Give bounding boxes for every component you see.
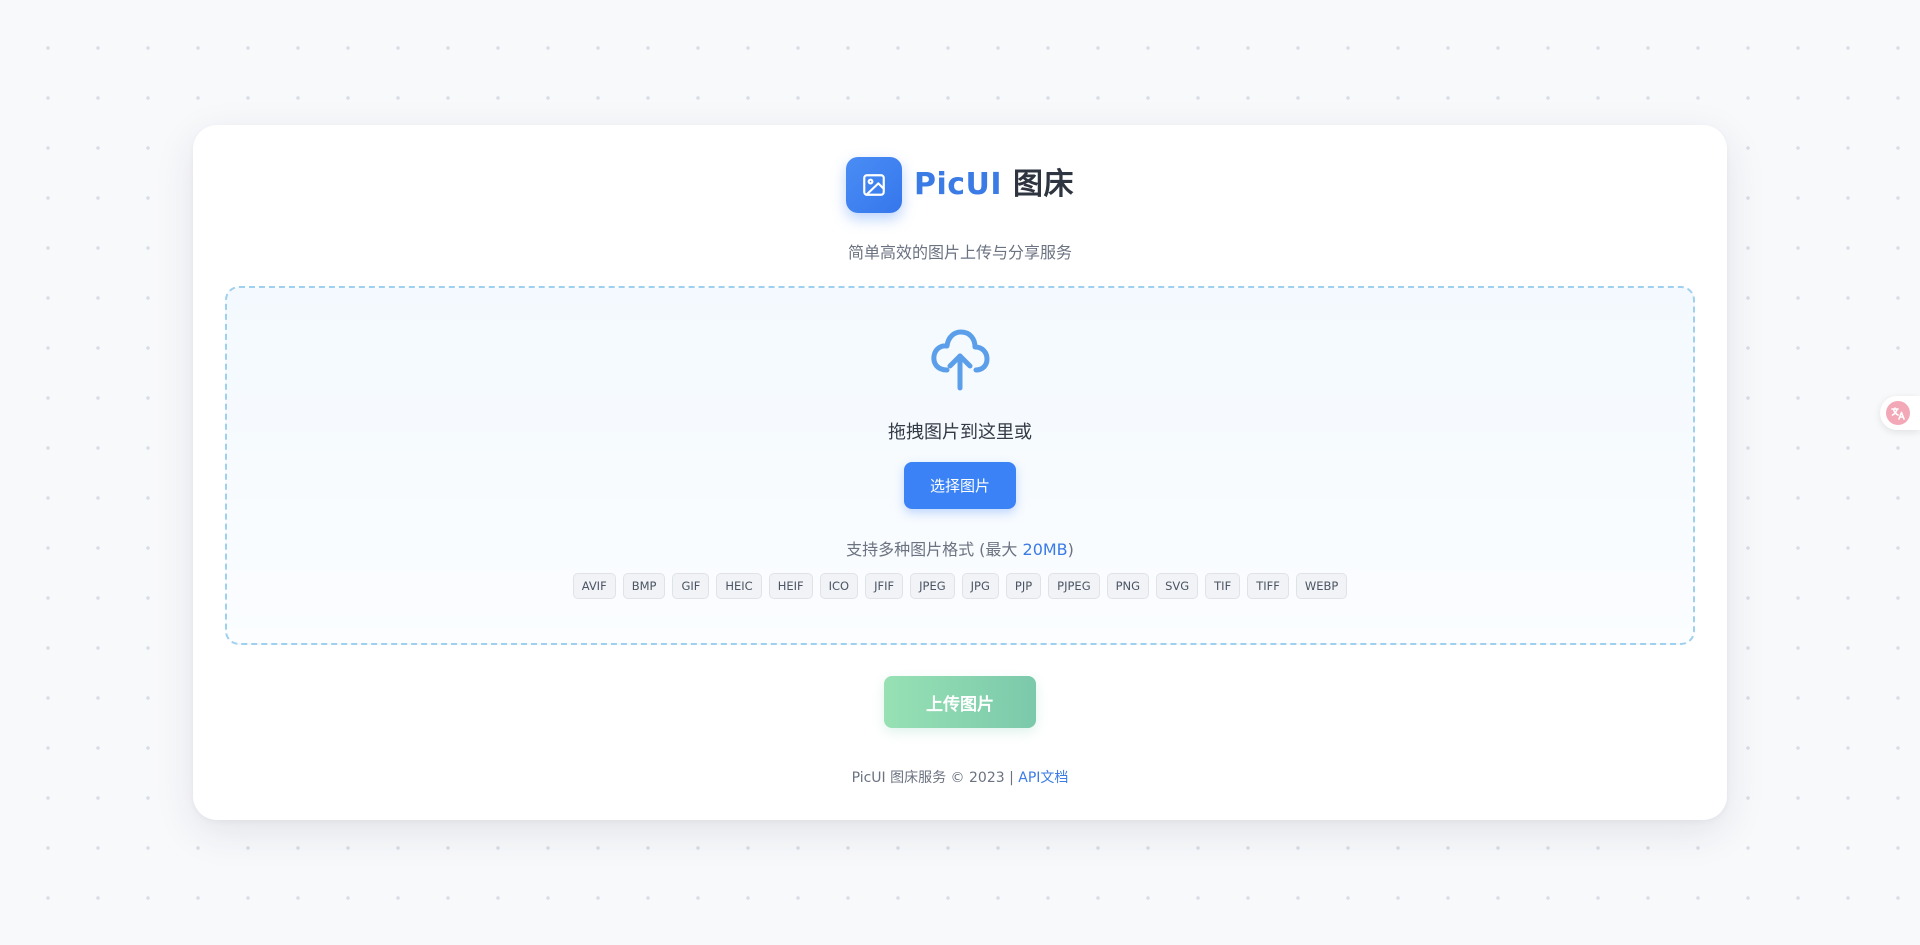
translate-button[interactable] bbox=[1880, 396, 1920, 430]
format-chip: PNG bbox=[1106, 573, 1150, 599]
format-note-end: ) bbox=[1067, 540, 1074, 559]
format-chip: GIF bbox=[672, 573, 710, 599]
format-list: AVIF BMP GIF HEIC HEIF ICO JFIF JPEG JPG… bbox=[227, 573, 1693, 599]
translate-icon bbox=[1886, 401, 1910, 425]
api-docs-link[interactable]: API文档 bbox=[1018, 770, 1068, 786]
footer: PicUI 图床服务 © 2023 | API文档 bbox=[193, 767, 1727, 787]
format-chip: ICO bbox=[819, 573, 859, 599]
format-chip: WEBP bbox=[1295, 573, 1348, 599]
format-chip: AVIF bbox=[572, 573, 616, 599]
subtitle: 简单高效的图片上传与分享服务 bbox=[847, 243, 1072, 262]
format-chip: BMP bbox=[622, 573, 666, 599]
drop-prompt: 拖拽图片到这里或 bbox=[888, 422, 1032, 443]
select-image-button[interactable]: 选择图片 bbox=[904, 462, 1016, 509]
drop-zone[interactable]: 拖拽图片到这里或 选择图片 支持多种图片格式 (最大 20MB) AVIF BM… bbox=[225, 286, 1695, 645]
logo bbox=[845, 157, 902, 213]
max-size: 20MB bbox=[1022, 540, 1068, 559]
format-note: 支持多种图片格式 (最大 20MB) bbox=[227, 536, 1693, 560]
format-chip: JPG bbox=[961, 573, 999, 599]
brand-suffix: 图床 bbox=[1013, 167, 1075, 202]
format-chip: JFIF bbox=[865, 573, 904, 599]
footer-text: PicUI 图床服务 © 2023 | bbox=[851, 770, 1019, 786]
format-chip: TIFF bbox=[1247, 573, 1289, 599]
format-note-text: 支持多种图片格式 (最大 bbox=[846, 540, 1023, 559]
cloud-upload-icon bbox=[931, 329, 990, 391]
upload-button[interactable]: 上传图片 bbox=[884, 676, 1036, 728]
format-chip: PJP bbox=[1005, 573, 1042, 599]
brand-header: PicUI 图床 bbox=[193, 157, 1727, 213]
format-chip: TIF bbox=[1205, 573, 1241, 599]
brand-title: PicUI 图床 bbox=[914, 165, 1074, 205]
format-chip: SVG bbox=[1156, 573, 1199, 599]
image-icon bbox=[863, 174, 885, 196]
format-chip: HEIC bbox=[716, 573, 762, 599]
format-chip: JPEG bbox=[910, 573, 955, 599]
format-chip: HEIF bbox=[768, 573, 813, 599]
upload-card: PicUI 图床 简单高效的图片上传与分享服务 拖拽图片到这里或 选择图片 支持… bbox=[193, 125, 1727, 820]
format-chip: PJPEG bbox=[1048, 573, 1100, 599]
brand-name: PicUI bbox=[913, 167, 1003, 202]
